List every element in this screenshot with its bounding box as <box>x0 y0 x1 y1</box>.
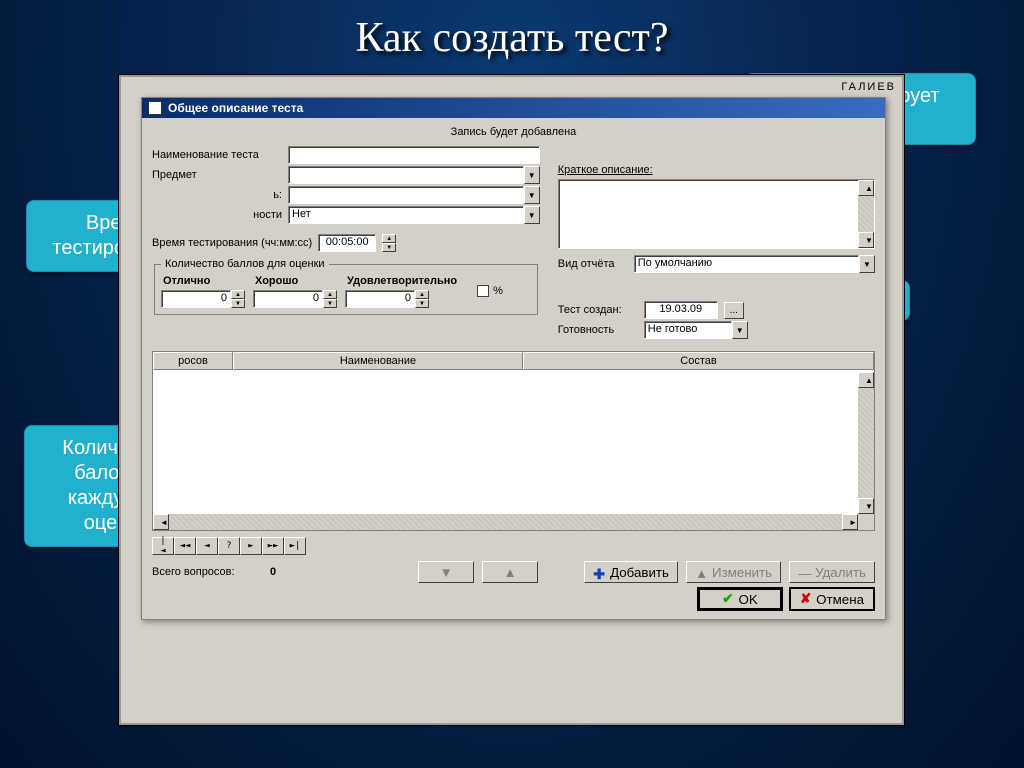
add-button[interactable]: ✚ Добавить <box>584 561 678 583</box>
cross-icon: ✘ <box>800 591 811 607</box>
nav-last[interactable]: ►| <box>284 537 306 555</box>
col-content[interactable]: Состав <box>523 352 874 370</box>
dialog-icon <box>148 101 162 115</box>
label-test-time: Время тестирования (чч:мм:сс) <box>152 237 312 249</box>
readiness-dropdown-button[interactable]: ▼ <box>732 321 748 339</box>
time-spin-down[interactable]: ▼ <box>382 243 396 252</box>
label-test-name: Наименование теста <box>152 149 282 161</box>
table-scroll-right[interactable]: ► <box>842 514 858 530</box>
label-difficulty: ности <box>152 209 282 221</box>
table-scroll-left[interactable]: ◄ <box>153 514 169 530</box>
edit-button-label: Изменить <box>712 565 772 580</box>
label-class: ь: <box>152 189 282 201</box>
delete-button[interactable]: — Удалить <box>789 561 875 583</box>
plus-icon: ✚ <box>593 566 605 578</box>
grade-c-header: Удовлетворительно <box>345 274 459 288</box>
add-button-label: Добавить <box>610 565 669 580</box>
desc-scroll-down[interactable]: ▼ <box>858 232 874 248</box>
nav-prev[interactable]: ◄ <box>196 537 218 555</box>
dialog-test-description: Общее описание теста Запись будет добавл… <box>141 97 886 620</box>
table-body[interactable] <box>153 372 858 514</box>
edit-icon: ▲ <box>695 566 707 578</box>
input-created-date[interactable]: 19.03.09 <box>644 301 718 319</box>
input-grade-a[interactable]: 0 <box>161 290 231 308</box>
move-up-button[interactable]: ▲ <box>482 561 538 583</box>
label-total-questions: Всего вопросов: <box>152 566 252 578</box>
table-scroll-down[interactable]: ▼ <box>858 498 874 514</box>
input-class[interactable] <box>288 186 524 204</box>
move-down-button[interactable]: ▼ <box>418 561 474 583</box>
edit-button[interactable]: ▲ Изменить <box>686 561 781 583</box>
nav-prev-page[interactable]: ◄◄ <box>174 537 196 555</box>
grade-c-up[interactable]: ▲ <box>415 290 429 299</box>
nav-next-page[interactable]: ►► <box>262 537 284 555</box>
legend-grades: Количество баллов для оценки <box>161 258 329 270</box>
subject-dropdown-button[interactable]: ▼ <box>524 166 540 184</box>
label-subject: Предмет <box>152 169 282 181</box>
nav-help[interactable]: ? <box>218 537 240 555</box>
grade-a-down[interactable]: ▼ <box>231 299 245 308</box>
nav-first[interactable]: |◄ <box>152 537 174 555</box>
input-report-type[interactable]: По умолчанию <box>634 255 859 273</box>
status-hint: Запись будет добавлена <box>152 124 875 144</box>
input-grade-c[interactable]: 0 <box>345 290 415 308</box>
input-difficulty[interactable]: Нет <box>288 206 524 224</box>
table-scroll-corner <box>858 514 874 530</box>
grade-b-up[interactable]: ▲ <box>323 290 337 299</box>
slide-title: Как создать тест? <box>0 0 1024 70</box>
dialog-titlebar: Общее описание теста <box>142 98 885 118</box>
group-grades: Количество баллов для оценки Отлично 0 ▲… <box>154 258 538 315</box>
textarea-short-desc[interactable]: ▲ ▼ <box>558 179 875 249</box>
label-report-type: Вид отчёта <box>558 258 628 270</box>
grade-a-up[interactable]: ▲ <box>231 290 245 299</box>
input-readiness[interactable]: Не готово <box>644 321 732 339</box>
label-short-desc: Краткое описание: <box>558 164 875 176</box>
report-dropdown-button[interactable]: ▼ <box>859 255 875 273</box>
table-sections: росов Наименование Состав ▲ ▼ ◄ ► <box>152 351 875 531</box>
table-vscroll-track[interactable] <box>858 388 874 498</box>
grade-a-header: Отлично <box>161 274 245 288</box>
cancel-button[interactable]: ✘ Отмена <box>789 587 875 611</box>
input-test-name[interactable] <box>288 146 540 164</box>
difficulty-dropdown-button[interactable]: ▼ <box>524 206 540 224</box>
label-created: Тест создан: <box>558 304 638 316</box>
checkbox-percent[interactable] <box>477 285 489 297</box>
check-icon: ✔ <box>722 591 733 607</box>
time-spin-up[interactable]: ▲ <box>382 234 396 243</box>
value-total-questions: 0 <box>260 566 286 578</box>
class-dropdown-button[interactable]: ▼ <box>524 186 540 204</box>
grade-b-header: Хорошо <box>253 274 337 288</box>
desc-scrollbar-track[interactable] <box>858 196 874 232</box>
grade-b-down[interactable]: ▼ <box>323 299 337 308</box>
grade-c-down[interactable]: ▼ <box>415 299 429 308</box>
app-frame: ГАЛИЕВ Общее описание теста Запись будет… <box>119 75 904 725</box>
input-test-time[interactable]: 00:05:00 <box>318 234 376 252</box>
table-scroll-up[interactable]: ▲ <box>858 372 874 388</box>
dialog-title-text: Общее описание теста <box>168 101 303 115</box>
nav-next[interactable]: ► <box>240 537 262 555</box>
cancel-label: Отмена <box>816 592 864 607</box>
ok-label: OK <box>738 592 757 607</box>
ok-button[interactable]: ✔ OK <box>697 587 783 611</box>
col-questions[interactable]: росов <box>153 352 233 370</box>
outer-window-label: ГАЛИЕВ <box>841 81 896 93</box>
table-hscroll-track[interactable] <box>169 514 842 530</box>
record-navigator: |◄ ◄◄ ◄ ? ► ►► ►| <box>152 537 875 555</box>
minus-icon: — <box>798 566 810 578</box>
input-subject[interactable] <box>288 166 524 184</box>
date-picker-button[interactable]: ... <box>724 302 744 319</box>
col-name[interactable]: Наименование <box>233 352 523 370</box>
label-percent: % <box>493 285 503 297</box>
label-readiness: Готовность <box>558 324 638 336</box>
desc-scroll-up[interactable]: ▲ <box>858 180 874 196</box>
delete-button-label: Удалить <box>815 565 866 580</box>
input-grade-b[interactable]: 0 <box>253 290 323 308</box>
